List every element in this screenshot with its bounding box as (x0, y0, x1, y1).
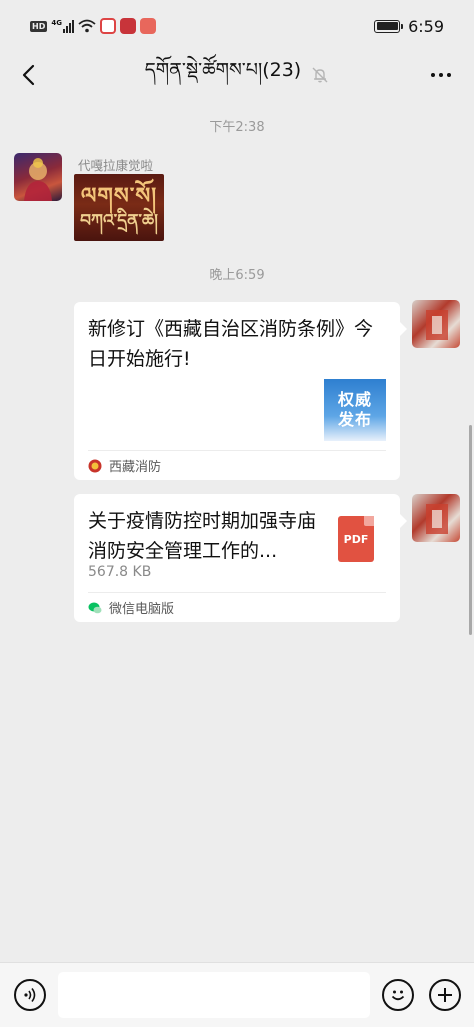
chat-header: དགོན་སྡེ་ཚོགས་པ།(23) (0, 52, 474, 98)
sticker-text-line: ལགས་སོ། (80, 183, 158, 209)
voice-input-button[interactable] (14, 979, 46, 1011)
notification-app-icon (99, 18, 116, 34)
more-options-button[interactable] (426, 62, 456, 88)
notification-app-icon (139, 18, 156, 34)
file-title: 关于疫情防控时期加强寺庙消防安全管理工作的... (88, 510, 317, 562)
article-thumbnail: 权威 发布 (324, 379, 386, 441)
bubble-tail (400, 514, 407, 528)
article-source-name: 西藏消防 (109, 460, 162, 475)
message-input-bar (0, 962, 474, 1027)
file-source-name: 微信电脑版 (109, 602, 175, 617)
message-text-input[interactable] (58, 972, 370, 1018)
sender-avatar[interactable] (14, 153, 62, 201)
fire-brigade-emblem-icon (88, 459, 102, 472)
muted-bell-icon (312, 67, 328, 83)
back-button[interactable] (14, 60, 42, 90)
bubble-tail (400, 322, 407, 336)
avatar-image (426, 310, 448, 340)
more-dot-icon (439, 73, 443, 77)
avatar-image (426, 504, 448, 534)
signal-icon: 4G (51, 19, 74, 33)
article-source-footer: 西藏消防 (88, 450, 386, 480)
scrollbar[interactable] (469, 425, 472, 635)
file-type-label: PDF (343, 532, 369, 546)
article-title: 新修订《西藏自治区消防条例》今日开始施行! (88, 318, 374, 370)
avatar-image (24, 158, 52, 201)
wifi-icon (78, 19, 96, 33)
notification-app-icon (119, 18, 136, 34)
article-card-message[interactable]: 新修订《西藏自治区消防条例》今日开始施行! 权威 发布 西藏消防 (74, 302, 407, 480)
smiley-icon (391, 990, 405, 1001)
more-dot-icon (447, 73, 451, 77)
more-dot-icon (431, 73, 435, 77)
battery-icon (374, 19, 404, 33)
sticker-message[interactable]: ལགས་སོ། བཀའ་དྲིན་ཆེ། (74, 174, 164, 241)
status-icons-left: HD 4G (30, 18, 156, 34)
file-size: 567.8 KB (88, 564, 152, 580)
file-card-message[interactable]: 关于疫情防控时期加强寺庙消防安全管理工作的... 567.8 KB PDF 微信… (74, 494, 407, 622)
network-type-label: 4G (51, 19, 62, 27)
message-timestamp: 晚上6:59 (209, 268, 265, 283)
file-source-footer: 微信电脑版 (88, 592, 386, 622)
my-avatar[interactable] (412, 300, 460, 348)
status-bar: HD 4G 6:59 (0, 0, 474, 52)
wechat-logo-icon (88, 602, 102, 613)
thumbnail-text: 发布 (337, 410, 372, 429)
more-functions-button[interactable] (429, 979, 461, 1011)
plus-icon (438, 988, 452, 1002)
clock: 6:59 (408, 16, 444, 36)
sender-name: 代嘎拉康觉啦 (78, 158, 154, 173)
chat-title: དགོན་སྡེ་ཚོགས་པ།(23) (144, 59, 302, 81)
sticker-text-line: བཀའ་དྲིན་ཆེ། (80, 210, 158, 231)
thumbnail-text: 权威 (337, 390, 372, 409)
chat-title-wrap: དགོན་སྡེ་ཚོགས་པ།(23) (145, 48, 329, 102)
message-timestamp: 下午2:38 (209, 120, 265, 135)
emoji-button[interactable] (382, 979, 414, 1011)
hd-badge: HD (30, 20, 48, 32)
pdf-file-icon: PDF (338, 516, 374, 562)
voice-icon (24, 988, 36, 1002)
status-icons-right: 6:59 (374, 17, 444, 36)
chevron-left-icon (22, 64, 35, 86)
my-avatar[interactable] (412, 494, 460, 542)
